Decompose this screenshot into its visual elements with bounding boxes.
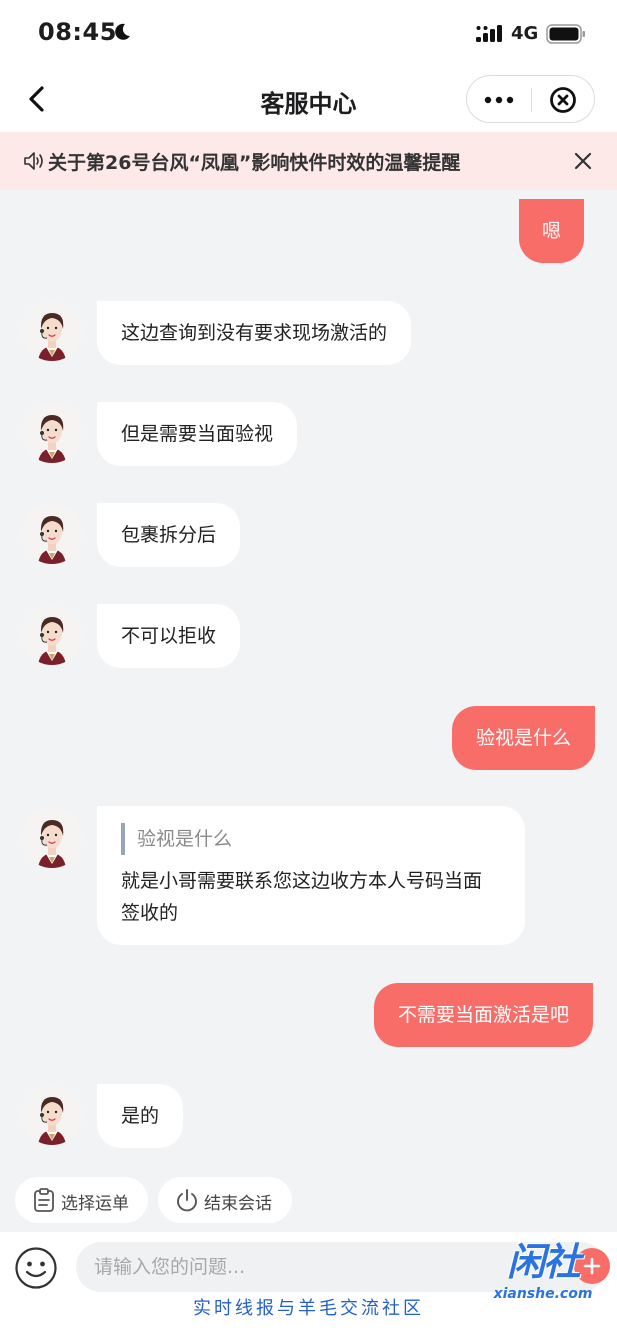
agent-avatar — [22, 605, 82, 665]
footer-slogan: 实时线报与羊毛交流社区 — [193, 1298, 424, 1319]
notice-bar[interactable]: 关于第26号台风“凤凰”影响快件时效的温馨提醒 — [0, 132, 617, 190]
more-icon[interactable] — [483, 90, 515, 110]
select-waybill-label: 选择运单 — [61, 1194, 129, 1214]
message-bubble-agent: 但是需要当面验视 — [97, 402, 298, 466]
message-bubble-agent: 是的 — [97, 1084, 184, 1148]
agent-avatar — [22, 301, 82, 361]
message-bubble-agent: 不可以拒收 — [97, 604, 241, 668]
message-bubble-agent-quote: 验视是什么 就是小哥需要联系您这边收方本人号码当面 签收的 — [97, 806, 525, 945]
nav-bar: 客服中心 — [0, 66, 617, 132]
agent-avatar — [22, 504, 82, 564]
agent-avatar — [22, 808, 82, 868]
notice-text: 关于第26号台风“凤凰”影响快件时效的温馨提醒 — [48, 152, 461, 174]
battery-icon — [546, 24, 585, 44]
mini-program-capsule — [466, 75, 595, 123]
message-bubble-agent: 这边查询到没有要求现场激活的 — [97, 301, 412, 365]
power-icon — [177, 1189, 197, 1212]
message-bubble-user: 不需要当面激活是吧 — [374, 983, 594, 1047]
emoji-icon[interactable] — [14, 1246, 58, 1290]
watermark-logo: 闲社 — [506, 1240, 581, 1284]
message-bubble-user: 嗯 — [519, 199, 585, 263]
network-label: 4G — [511, 23, 539, 44]
status-time: 08:45 — [38, 18, 117, 46]
agent-avatar — [22, 403, 82, 463]
select-waybill-button[interactable]: 选择运单 — [15, 1177, 148, 1223]
message-bubble-user: 验视是什么 — [452, 706, 596, 770]
message-text-line: 就是小哥需要联系您这边收方本人号码当面 — [121, 870, 483, 892]
quote-bar — [121, 823, 125, 855]
back-arrow-icon[interactable] — [22, 84, 50, 114]
quoted-text: 验视是什么 — [137, 828, 233, 850]
message-text-line: 签收的 — [121, 902, 179, 924]
speaker-icon — [24, 152, 43, 170]
input-bar: 闲社 xianshe.com 实时线报与羊毛交流社区 — [0, 1232, 617, 1334]
close-circle-icon[interactable] — [549, 86, 577, 114]
capsule-divider — [531, 88, 532, 112]
moon-icon — [115, 23, 130, 40]
signal-icon — [476, 25, 502, 42]
clipboard-icon — [34, 1188, 54, 1212]
agent-avatar — [22, 1085, 82, 1145]
status-bar: 08:45 4G — [0, 0, 617, 66]
close-icon[interactable] — [570, 148, 596, 174]
end-session-label: 结束会话 — [204, 1194, 272, 1214]
end-session-button[interactable]: 结束会话 — [158, 1177, 292, 1223]
message-bubble-agent: 包裹拆分后 — [97, 503, 241, 567]
